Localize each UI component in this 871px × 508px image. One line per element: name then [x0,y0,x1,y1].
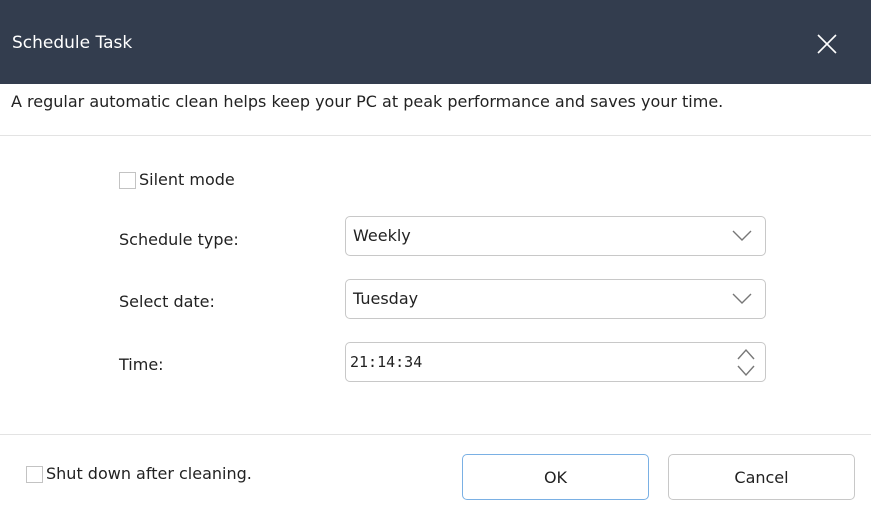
chevron-down-icon [732,230,752,241]
schedule-task-dialog: Schedule Task A regular automatic clean … [0,0,871,508]
bottom-divider [0,434,871,435]
time-label: Time: [119,355,164,374]
silent-mode-label: Silent mode [139,170,235,189]
top-divider [0,135,871,136]
chevron-down-icon [737,365,755,377]
time-value[interactable]: 21:14:34 [350,352,422,372]
close-icon [817,34,837,54]
silent-mode-checkbox[interactable]: Silent mode [119,170,235,190]
time-decrement-button[interactable] [736,363,756,379]
schedule-type-dropdown[interactable]: Weekly [345,216,766,256]
close-button[interactable] [800,20,854,68]
time-increment-button[interactable] [736,346,756,362]
shutdown-checkbox-box[interactable] [26,465,43,483]
cancel-button[interactable]: Cancel [668,454,855,500]
shutdown-label: Shut down after cleaning. [46,464,252,483]
ok-button[interactable]: OK [462,454,649,500]
select-date-value: Tuesday [353,289,419,308]
dialog-description: A regular automatic clean helps keep you… [11,92,724,111]
select-date-dropdown[interactable]: Tuesday [345,279,766,319]
chevron-down-icon [732,293,752,304]
shutdown-checkbox[interactable]: Shut down after cleaning. [26,464,252,484]
schedule-type-value: Weekly [353,226,411,245]
select-date-label: Select date: [119,292,215,311]
schedule-type-label: Schedule type: [119,230,239,249]
title-bar: Schedule Task [0,0,871,84]
silent-mode-checkbox-box[interactable] [119,171,136,189]
dialog-title: Schedule Task [12,33,133,53]
chevron-up-icon [737,348,755,360]
time-input[interactable]: 21:14:34 [345,342,766,382]
